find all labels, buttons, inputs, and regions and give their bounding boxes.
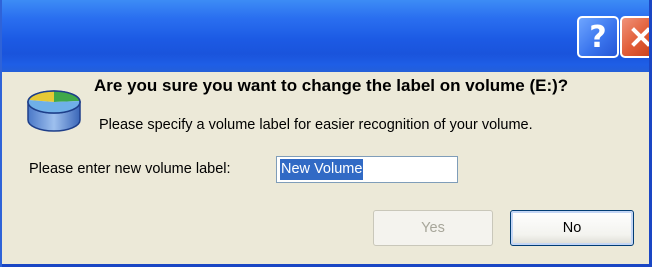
disk-volume-icon [27,90,81,132]
title-bar[interactable]: ? [2,0,649,72]
close-icon [631,27,649,47]
volume-label-value: New Volume [280,159,364,180]
help-icon: ? [589,19,607,55]
confirm-question: Are you sure you want to change the labe… [94,76,569,95]
volume-label-caption: Please enter new volume label: [29,161,231,177]
help-button[interactable]: ? [577,16,619,58]
yes-button-label: Yes [421,220,445,236]
no-button-label: No [562,220,582,236]
volume-label-dialog: ? Are you sure you want to change the la… [0,0,652,267]
no-button[interactable]: No [510,210,634,246]
instruction-text: Please specify a volume label for easier… [99,117,533,133]
volume-label-input[interactable]: New Volume [276,156,458,183]
yes-button[interactable]: Yes [373,210,493,246]
close-button[interactable] [620,16,649,58]
